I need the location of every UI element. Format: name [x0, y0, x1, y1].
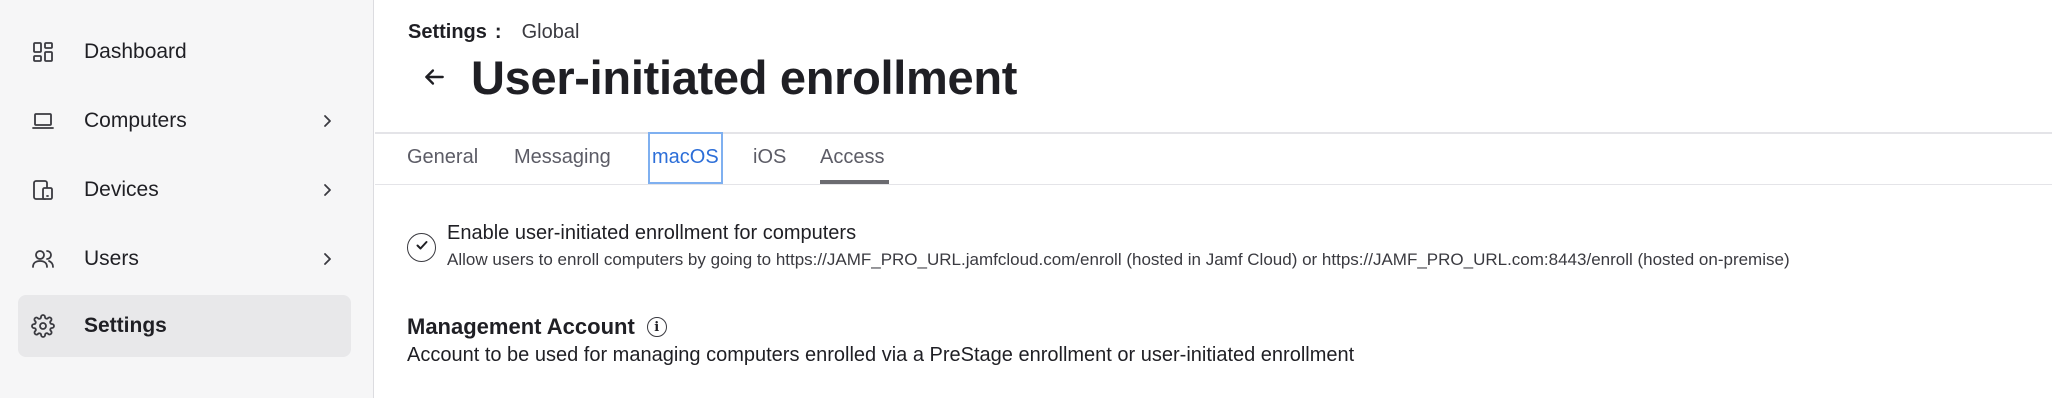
- sidebar-item-devices[interactable]: Devices: [18, 159, 351, 221]
- chevron-right-icon: [317, 180, 337, 200]
- management-account-title: Management Account: [407, 314, 635, 339]
- users-icon: [30, 246, 56, 272]
- info-icon[interactable]: i: [646, 317, 667, 337]
- breadcrumb-current[interactable]: Global: [522, 21, 580, 44]
- sidebar-item-computers[interactable]: Computers: [18, 90, 351, 152]
- sidebar-item-label: Dashboard: [84, 40, 187, 63]
- tab-access[interactable]: Access: [820, 146, 884, 169]
- chevron-right-icon: [317, 249, 337, 269]
- breadcrumb-separator: :: [494, 21, 502, 43]
- tab-macos[interactable]: macOS: [648, 132, 723, 184]
- sidebar-item-users[interactable]: Users: [18, 228, 351, 290]
- tab-messaging[interactable]: Messaging: [514, 146, 611, 169]
- tabs-divider-top: [375, 132, 2052, 134]
- sidebar-item-settings[interactable]: Settings: [18, 295, 351, 357]
- tab-ios[interactable]: iOS: [753, 146, 786, 169]
- breadcrumb: Settings : Global: [408, 21, 579, 44]
- dashboard-icon: [30, 39, 56, 65]
- enable-enrollment-description: Allow users to enroll computers by going…: [447, 250, 1790, 269]
- checkmark-icon: [414, 237, 430, 258]
- management-account-heading: Management Account i: [407, 314, 667, 340]
- tab-general[interactable]: General: [407, 146, 478, 169]
- tabs-divider-bottom: [375, 184, 2052, 185]
- sidebar-item-label: Devices: [84, 178, 159, 201]
- main-content: Settings : Global User-initiated enrollm…: [375, 0, 2052, 398]
- sidebar-item-label: Computers: [84, 109, 187, 132]
- sidebar-item-label: Users: [84, 247, 139, 270]
- back-button[interactable]: [419, 64, 449, 94]
- chevron-right-icon: [317, 111, 337, 131]
- gear-icon: [30, 313, 56, 339]
- devices-icon: [30, 177, 56, 203]
- sidebar-item-label: Settings: [84, 314, 167, 337]
- laptop-icon: [30, 108, 56, 134]
- page-title: User-initiated enrollment: [471, 51, 1018, 104]
- enable-enrollment-checkbox[interactable]: [407, 233, 436, 262]
- management-account-description: Account to be used for managing computer…: [407, 344, 1355, 366]
- enable-enrollment-label[interactable]: Enable user-initiated enrollment for com…: [447, 222, 856, 245]
- breadcrumb-root[interactable]: Settings: [408, 21, 487, 44]
- sidebar: Dashboard Computers Devices Users Settin…: [0, 0, 374, 398]
- sidebar-item-dashboard[interactable]: Dashboard: [18, 21, 351, 83]
- arrow-left-icon: [421, 64, 447, 95]
